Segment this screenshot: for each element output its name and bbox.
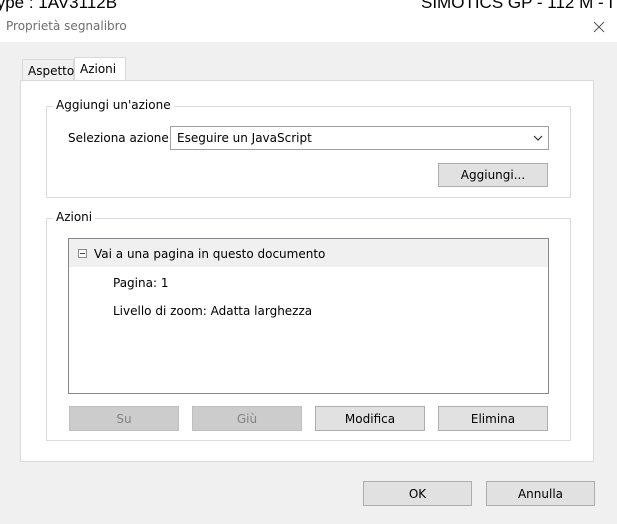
tree-detail-zoom: Livello di zoom: Adatta larghezza — [113, 304, 313, 318]
actions-tree[interactable]: Vai a una pagina in questo documento Pag… — [68, 238, 549, 394]
dialog-titlebar: Proprietà segnalibro — [0, 12, 617, 42]
actions-group: Azioni Vai a una pagina in questo docume… — [46, 210, 571, 441]
down-button[interactable]: Giù — [192, 406, 302, 431]
close-button[interactable] — [587, 15, 611, 39]
add-button[interactable]: Aggiungi... — [438, 163, 548, 187]
add-action-group-label: Aggiungi un'azione — [53, 98, 174, 112]
cancel-button[interactable]: Annulla — [486, 481, 595, 506]
action-select-value: Eseguire un JavaScript — [177, 131, 312, 145]
actions-group-label: Azioni — [53, 210, 96, 224]
tab-azioni[interactable]: Azioni — [74, 57, 126, 80]
ok-button[interactable]: OK — [363, 481, 472, 506]
background-text-right: SIMOTICS GP - 112 M - I — [421, 0, 614, 12]
collapse-icon[interactable] — [78, 249, 87, 258]
close-icon — [593, 21, 605, 33]
background-text-left: type : 1AV3112B — [0, 0, 118, 12]
edit-button[interactable]: Modifica — [315, 406, 425, 431]
tree-detail-page: Pagina: 1 — [113, 276, 169, 290]
dialog-title: Proprietà segnalibro — [6, 19, 127, 33]
select-action-label: Seleziona azione: — [68, 131, 173, 145]
action-select[interactable]: Eseguire un JavaScript — [170, 126, 549, 150]
tree-item-label: Vai a una pagina in questo documento — [94, 247, 326, 261]
up-button[interactable]: Su — [69, 406, 179, 431]
background-document: type : 1AV3112B SIMOTICS GP - 112 M - I — [0, 0, 617, 12]
tab-aspetto[interactable]: Aspetto — [22, 59, 74, 80]
delete-button[interactable]: Elimina — [438, 406, 548, 431]
chevron-down-icon — [528, 127, 548, 149]
add-action-group: Aggiungi un'azione Seleziona azione: Ese… — [46, 98, 571, 198]
tree-item-goto-page[interactable]: Vai a una pagina in questo documento — [69, 239, 548, 267]
tab-panel: Aggiungi un'azione Seleziona azione: Ese… — [20, 80, 594, 462]
